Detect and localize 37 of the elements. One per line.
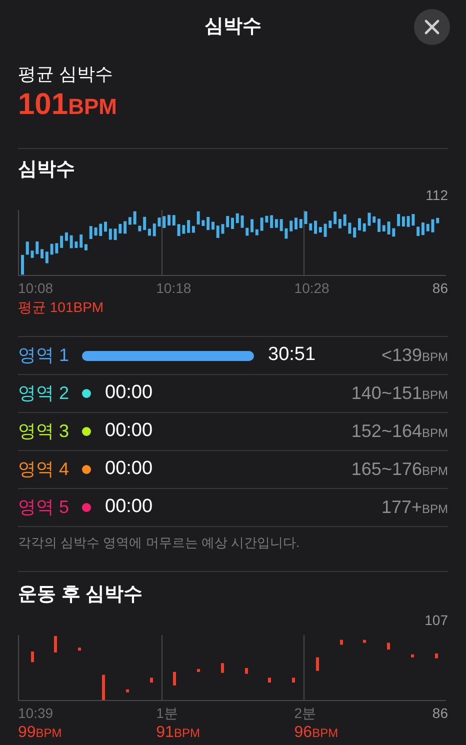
zone-time: 00:00 [105, 419, 153, 444]
axis-label: 86 [432, 279, 448, 298]
zone-range: 140~151BPM [351, 382, 448, 405]
zone-time: 00:00 [105, 457, 153, 482]
section-title: 심박수 [18, 158, 76, 182]
axis-label: 10:08 [18, 279, 54, 298]
average-heart-rate: 101BPM [18, 87, 118, 123]
zone-label: 영역 4 [18, 458, 70, 481]
zone-label: 영역 1 [18, 344, 70, 367]
axis-label: 1분 [156, 704, 179, 722]
axis-label: 10:18 [156, 279, 192, 298]
axis-label: 2분 [294, 704, 318, 722]
heart-rate-reading: 91BPM [156, 722, 201, 742]
heart-rate-reading: 99BPM [18, 722, 63, 742]
zone-label: 영역 2 [18, 382, 70, 405]
zone-time: 00:00 [105, 381, 153, 406]
average-label: 평균 심박수 [18, 63, 114, 86]
zone-range: 152~164BPM [351, 420, 448, 443]
average-caption: 평균 101BPM [18, 298, 105, 316]
zone-time: 30:51 [268, 343, 316, 368]
close-button[interactable] [414, 9, 450, 45]
header-title: 심박수 [204, 14, 262, 39]
axis-label: 86 [432, 704, 448, 722]
zone-time: 00:00 [105, 495, 153, 520]
heart-rate-reading: 96BPM [294, 722, 340, 742]
zone-range: 165~176BPM [351, 458, 448, 481]
axis-label: 112 [426, 186, 448, 205]
zone-range: <139BPM [381, 344, 448, 367]
axis-label: 107 [424, 610, 448, 630]
zones-note: 각각의 심박수 영역에 머무르는 예상 시간입니다. [18, 534, 301, 552]
axis-label: 10:39 [18, 704, 54, 722]
axis-label: 10:28 [294, 279, 330, 298]
zone-label: 영역 5 [18, 496, 70, 519]
close-icon [424, 19, 440, 35]
zone-label: 영역 3 [18, 420, 70, 443]
zone-range: 177+BPM [381, 496, 448, 519]
section-title: 운동 후 심박수 [18, 582, 144, 606]
